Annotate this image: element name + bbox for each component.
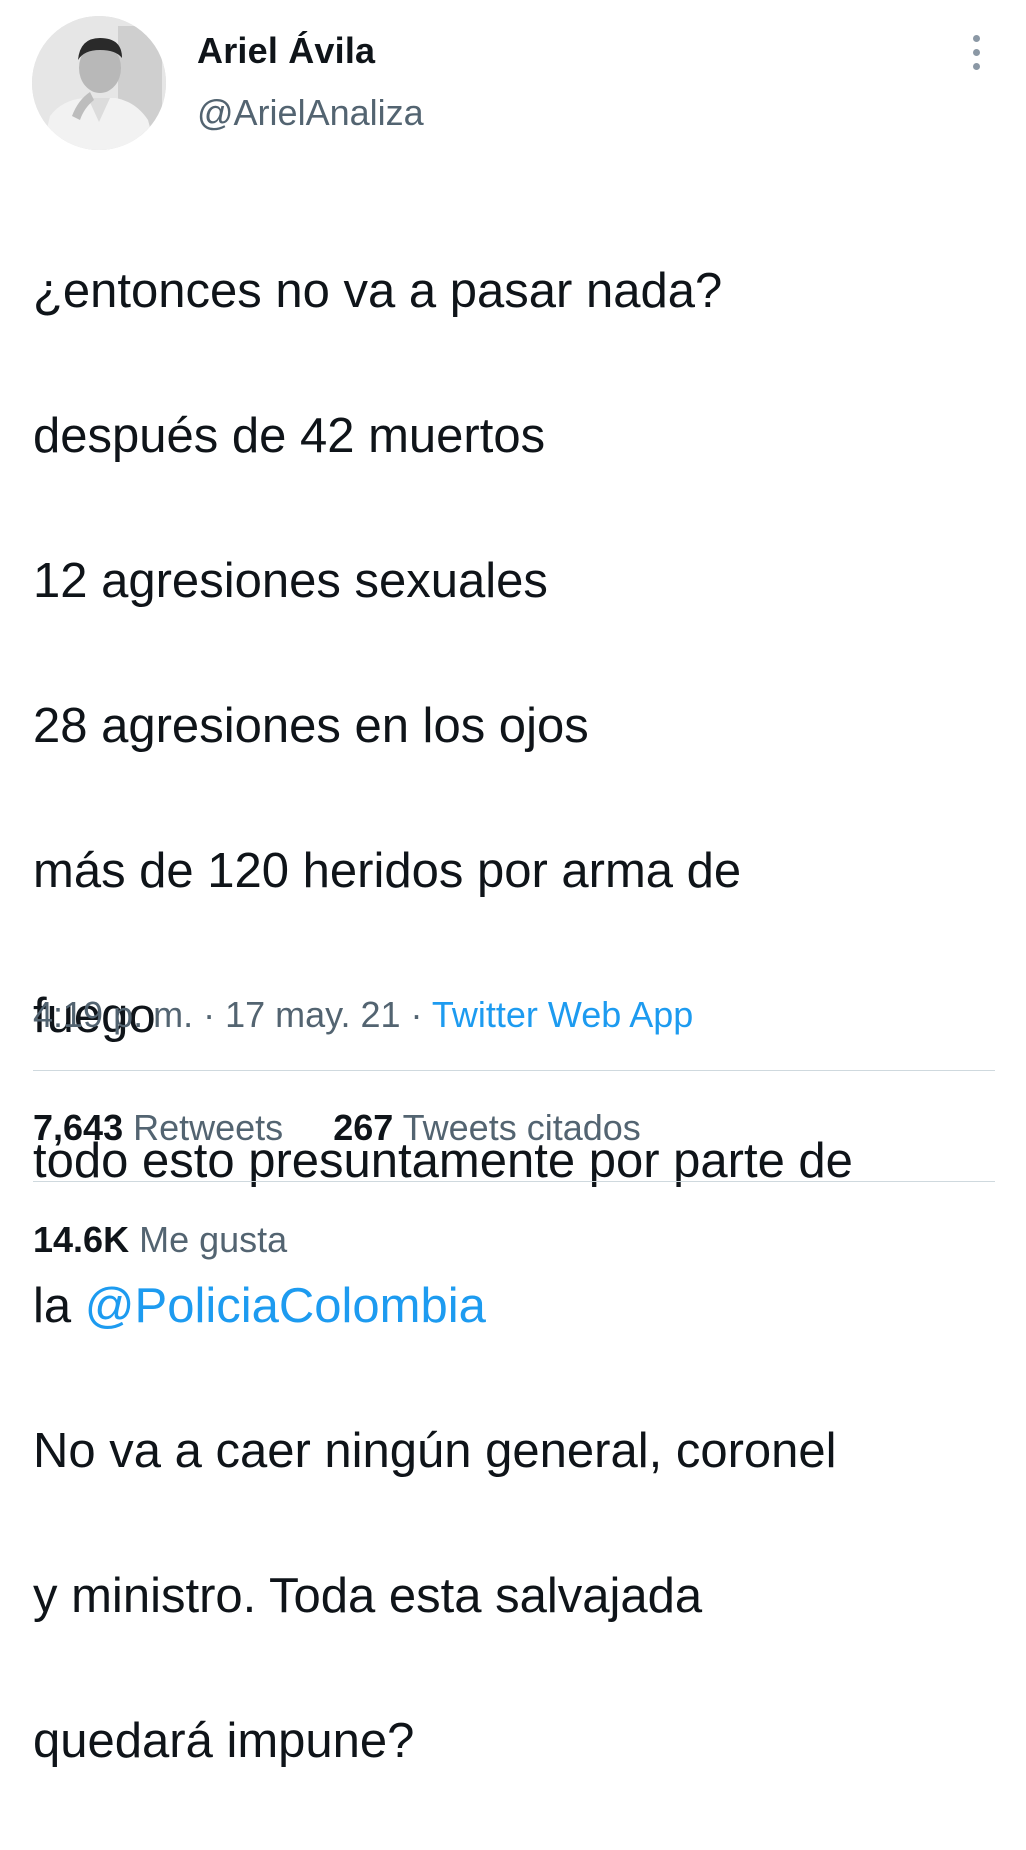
tweet-line-with-mention: la @PoliciaColombia bbox=[33, 1270, 1008, 1343]
tweet-line: y ministro. Toda esta salvajada bbox=[33, 1568, 703, 1623]
retweets-label: Retweets bbox=[133, 1107, 284, 1148]
likes-stats-row: 14.6K Me gusta bbox=[33, 1219, 287, 1261]
tweet-line: 12 agresiones sexuales bbox=[33, 553, 548, 608]
more-vertical-icon-dot bbox=[972, 62, 980, 70]
quote-tweets-stat[interactable]: 267 Tweets citados bbox=[333, 1107, 641, 1148]
meta-separator: · bbox=[193, 994, 226, 1035]
divider bbox=[33, 1181, 995, 1182]
tweet-line: 28 agresiones en los ojos bbox=[33, 698, 589, 753]
tweet-line: más de 120 heridos por arma de bbox=[33, 843, 742, 898]
mention-link[interactable]: @PoliciaColombia bbox=[85, 1279, 486, 1333]
tweet-line-prefix: la bbox=[33, 1278, 85, 1333]
likes-count: 14.6K bbox=[33, 1219, 130, 1260]
retweets-stat[interactable]: 7,643 Retweets bbox=[33, 1107, 283, 1148]
likes-stat[interactable]: 14.6K Me gusta bbox=[33, 1219, 287, 1260]
likes-label: Me gusta bbox=[139, 1219, 288, 1260]
author-name[interactable]: Ariel Ávila bbox=[197, 30, 375, 72]
quote-tweets-count: 267 bbox=[333, 1107, 394, 1148]
avatar[interactable] bbox=[32, 16, 166, 150]
more-vertical-icon bbox=[972, 34, 980, 42]
tweet-line: después de 42 muertos bbox=[33, 408, 546, 463]
tweet-meta: 4:19 p. m. · 17 may. 21 · Twitter Web Ap… bbox=[33, 994, 693, 1036]
quote-tweets-label: Tweets citados bbox=[402, 1107, 641, 1148]
tweet-date[interactable]: 17 may. 21 bbox=[225, 994, 400, 1035]
tweet-source-link[interactable]: Twitter Web App bbox=[432, 994, 693, 1035]
tweet-line: No va a caer ningún general, coronel bbox=[33, 1423, 837, 1478]
tweet-line: ¿entonces no va a pasar nada? bbox=[33, 263, 723, 318]
author-handle[interactable]: @ArielAnaliza bbox=[197, 92, 424, 134]
meta-separator: · bbox=[400, 994, 432, 1035]
more-options-button[interactable] bbox=[958, 30, 994, 74]
tweet-header: Ariel Ávila @ArielAnaliza bbox=[0, 0, 1026, 170]
tweet-line: quedará impune? bbox=[33, 1713, 415, 1768]
tweet-time[interactable]: 4:19 p. m. bbox=[33, 994, 193, 1035]
divider bbox=[33, 1070, 995, 1071]
engagement-stats-row: 7,643 Retweets 267 Tweets citados bbox=[33, 1107, 641, 1149]
more-vertical-icon-dot bbox=[972, 48, 980, 56]
avatar-photo-icon bbox=[32, 16, 166, 150]
retweets-count: 7,643 bbox=[33, 1107, 124, 1148]
